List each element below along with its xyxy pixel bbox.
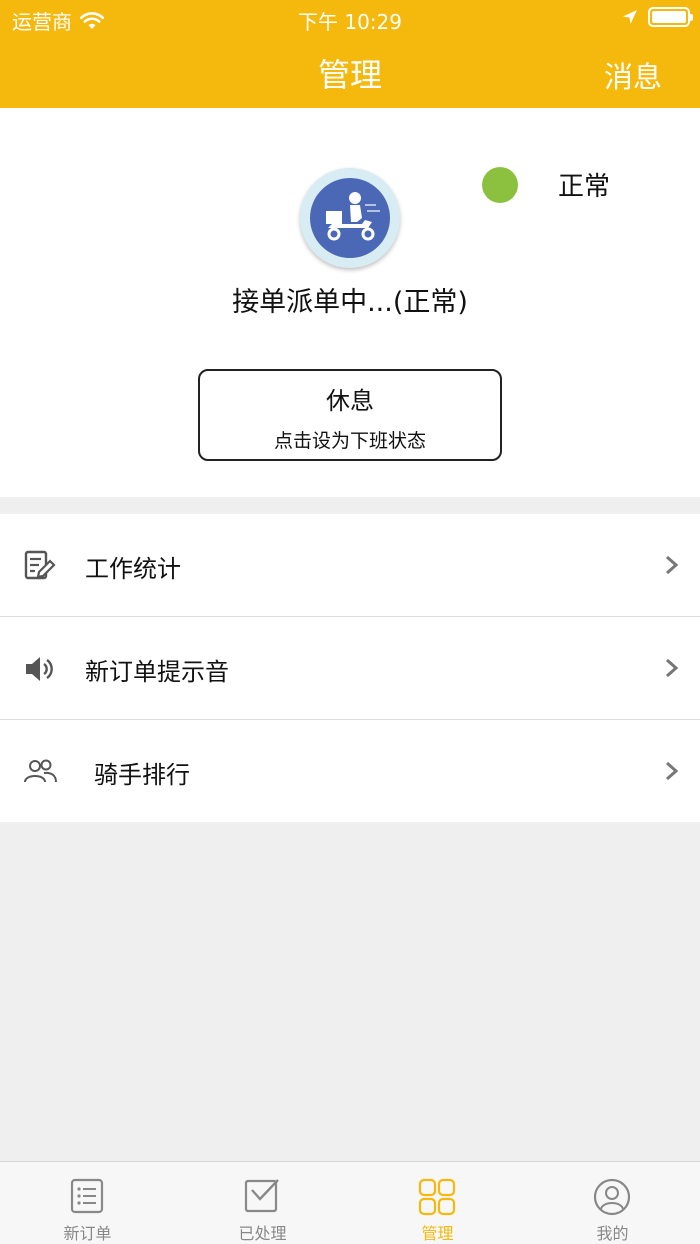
chevron-right-icon <box>666 761 679 781</box>
status-bar-time: 下午 10:29 <box>298 10 402 34</box>
menu-item-label: 工作统计 <box>85 555 181 583</box>
speaker-icon <box>26 657 53 681</box>
user-icon <box>593 1178 631 1216</box>
rest-button-subtitle: 点击设为下班状态 <box>273 430 426 452</box>
list-icon <box>70 1178 104 1214</box>
rider-status-panel: 正常 接单派单中...(正常) 休息 点击设为下班状态 <box>0 108 700 497</box>
tab-processed[interactable]: 已处理 <box>175 1162 350 1244</box>
edit-note-icon <box>24 550 56 580</box>
chevron-right-icon <box>666 658 679 678</box>
tab-manage[interactable]: 管理 <box>350 1162 525 1244</box>
settings-menu: 工作统计 新订单提示音 骑手排行 <box>0 514 700 822</box>
tab-new-orders[interactable]: 新订单 <box>0 1162 175 1244</box>
menu-item-work-stats[interactable]: 工作统计 <box>0 514 700 617</box>
nav-bar: 管理 消息 <box>0 36 700 108</box>
tab-label: 我的 <box>596 1224 629 1243</box>
rest-button[interactable]: 休息 点击设为下班状态 <box>198 369 502 461</box>
tab-bar: 新订单 已处理 管理 我的 <box>0 1161 700 1244</box>
status-bar: 运营商 下午 10:29 <box>0 0 700 36</box>
work-status-text: 接单派单中...(正常) <box>232 287 468 318</box>
grid-icon <box>418 1178 456 1216</box>
chevron-right-icon <box>666 555 679 575</box>
status-label: 正常 <box>558 172 611 202</box>
menu-item-label: 新订单提示音 <box>85 658 229 686</box>
location-arrow-icon <box>623 10 637 24</box>
users-icon <box>24 759 57 783</box>
status-bar-right <box>622 7 693 27</box>
battery-icon <box>648 7 693 27</box>
menu-item-rider-ranking[interactable]: 骑手排行 <box>0 720 700 822</box>
page-title: 管理 <box>317 56 382 94</box>
tab-label: 管理 <box>421 1224 454 1243</box>
tab-label: 新订单 <box>63 1224 112 1243</box>
checkbox-icon <box>244 1179 279 1213</box>
status-indicator-dot <box>482 167 518 203</box>
delivery-scooter-icon <box>310 178 390 258</box>
tab-label: 已处理 <box>238 1224 287 1243</box>
menu-item-order-sound[interactable]: 新订单提示音 <box>0 617 700 720</box>
messages-button[interactable]: 消息 <box>604 54 662 96</box>
avatar <box>300 168 400 268</box>
rest-button-title: 休息 <box>326 387 374 415</box>
menu-item-label: 骑手排行 <box>94 761 190 789</box>
tab-mine[interactable]: 我的 <box>525 1162 700 1244</box>
